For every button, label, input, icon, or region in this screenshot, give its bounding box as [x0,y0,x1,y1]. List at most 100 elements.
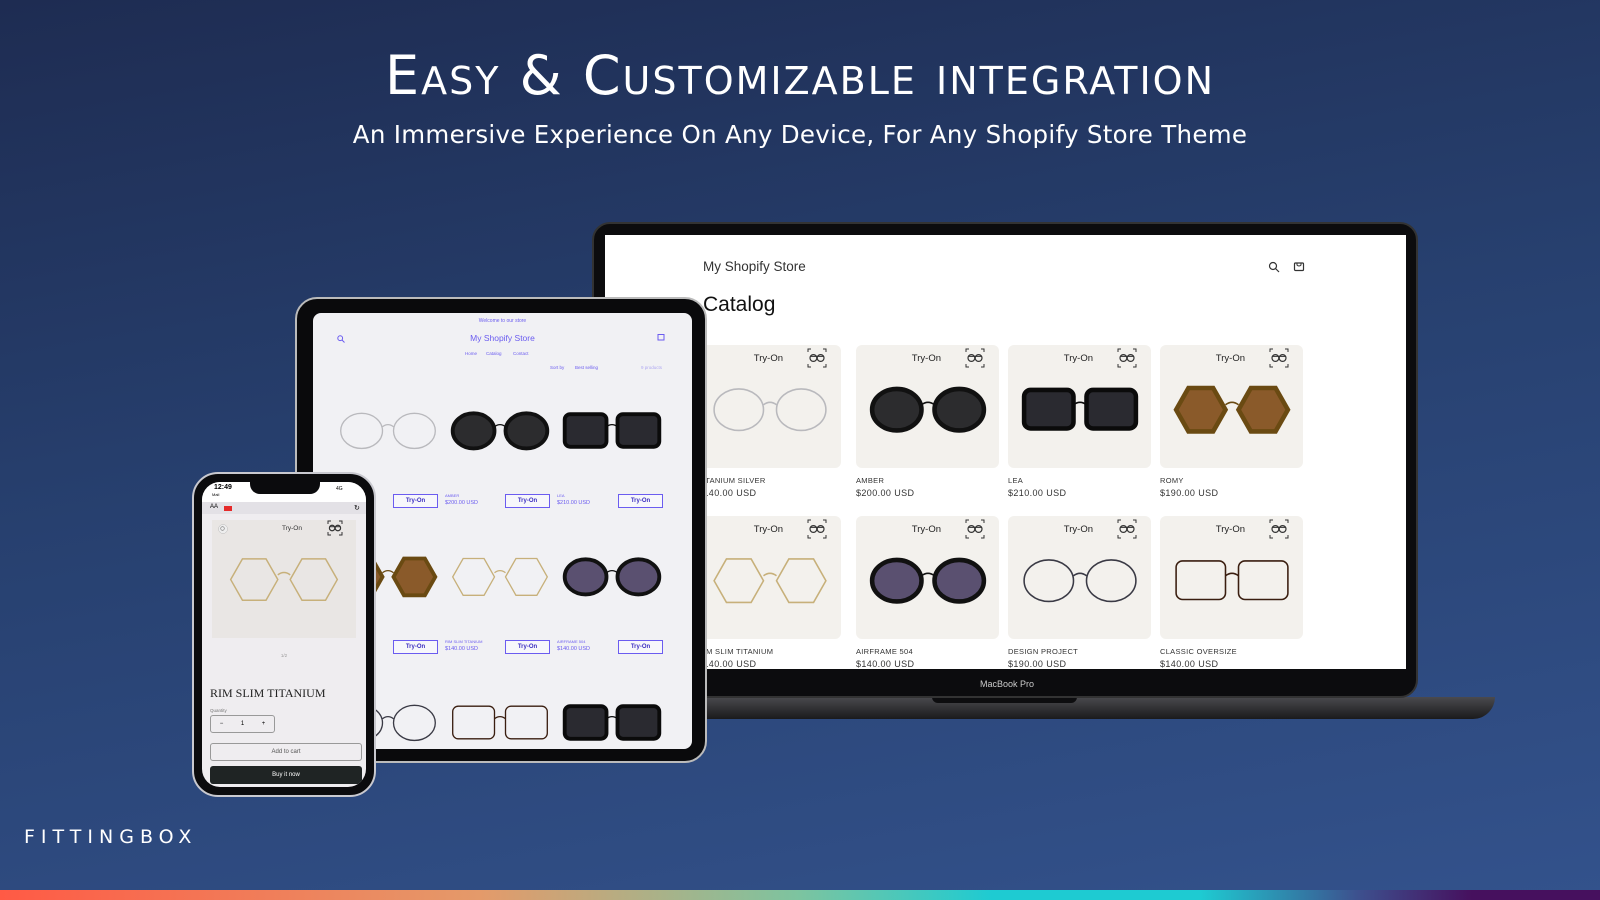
buy-now-button[interactable]: Buy it now [210,766,362,784]
product-name[interactable]: TITANIUM SILVER [698,476,766,485]
try-on-button[interactable]: Try-On [912,524,941,535]
product-name[interactable]: AMBER [856,476,884,485]
glasses-image [562,704,662,741]
decrement-button[interactable]: − [220,721,224,727]
glasses-image [450,411,550,451]
reload-icon[interactable]: ↻ [354,504,360,512]
status-carrier: Mail [212,492,220,497]
product-price: $200.00 USD [445,500,479,506]
product-card[interactable]: Try-On [1008,516,1151,639]
try-on-button[interactable]: Try-On [505,494,550,508]
product-price: $140.00 USD [856,659,915,669]
tablet-product-image[interactable] [445,556,555,603]
quantity-value[interactable]: 1 [241,721,244,727]
product-name[interactable]: LEA [557,493,565,498]
camera-icon [224,506,232,511]
tablet-product-image[interactable] [445,702,555,749]
product-name[interactable]: AIRFRAME 504 [557,639,585,644]
glasses-image [562,557,662,597]
try-on-button[interactable]: Try-On [1064,524,1093,535]
glasses-image [869,386,987,433]
try-on-button[interactable]: Try-On [618,640,663,654]
try-on-icon[interactable] [807,348,827,368]
try-on-button[interactable]: Try-On [1064,353,1093,364]
try-on-button[interactable]: Try-On [754,353,783,364]
device-label: MacBook Pro [979,679,1035,689]
try-on-icon[interactable] [1117,348,1137,368]
try-on-button[interactable]: Try-On [393,494,438,508]
nav-contact[interactable]: Contact [513,351,529,356]
sort-label: Sort by [550,365,565,370]
try-on-button[interactable]: Try-On [393,640,438,654]
add-to-cart-button[interactable]: Add to cart [210,743,362,761]
status-time: 12:49 [214,484,232,491]
sort-select[interactable]: Best selling [575,365,630,370]
product-card[interactable]: Try-On [1160,516,1303,639]
try-on-button[interactable]: Try-On [1216,353,1245,364]
quantity-stepper[interactable]: − 1 + [210,715,275,733]
glasses-image [340,412,436,450]
phone-screen: 12:49 Mail 4G AA ↻ Try-On 1/2 RIM SLIM T… [202,482,366,787]
product-price: $140.00 USD [445,646,479,652]
tablet-product-image[interactable] [557,702,667,749]
store-name[interactable]: My Shopify Store [703,259,806,274]
laptop: My Shopify Store Catalog Try-On TITANIUM… [592,222,1418,698]
tablet-product-image[interactable] [445,410,555,457]
product-card[interactable]: Try-On [698,345,841,468]
glasses-image [869,557,987,604]
search-icon[interactable] [1268,261,1280,273]
product-name[interactable]: ROMY [1160,476,1184,485]
try-on-icon[interactable] [1269,348,1289,368]
product-name[interactable]: RIM SLIM TITANIUM [698,647,773,656]
try-on-button[interactable]: Try-On [912,353,941,364]
product-card[interactable]: Try-On [1160,345,1303,468]
product-name[interactable]: LEA [1008,476,1023,485]
product-name[interactable]: RIM SLIM TITANIUM [445,639,482,644]
try-on-icon[interactable] [965,348,985,368]
product-card[interactable]: Try-On [856,345,999,468]
product-name[interactable]: AMBER [445,493,459,498]
try-on-button[interactable]: Try-On [618,494,663,508]
glasses-image [1023,559,1137,603]
zoom-icon[interactable] [218,524,228,534]
tablet-product-image[interactable] [333,410,443,457]
try-on-button[interactable]: Try-On [754,524,783,535]
laptop-screen: My Shopify Store Catalog Try-On TITANIUM… [605,235,1406,669]
tablet-product-image[interactable] [557,556,667,603]
product-name[interactable]: CLASSIC OVERSIZE [1160,647,1237,656]
try-on-label[interactable]: Try-On [282,525,302,532]
product-count: 9 products [641,365,663,370]
try-on-icon[interactable] [1269,519,1289,539]
product-title: RIM SLIM TITANIUM [210,686,326,700]
try-on-icon[interactable] [807,519,827,539]
store-name[interactable]: My Shopify Store [313,333,692,343]
image-pager[interactable]: 1/2 [202,653,366,658]
product-card[interactable]: Try-On [1008,345,1151,468]
product-name[interactable]: DESIGN PROJECT [1008,647,1078,656]
product-card[interactable]: Try-On [698,516,841,639]
product-price: $210.00 USD [1008,488,1067,498]
phone: 12:49 Mail 4G AA ↻ Try-On 1/2 RIM SLIM T… [192,472,376,797]
product-price: $190.00 USD [1008,659,1067,669]
text-size-button[interactable]: AA [210,504,218,510]
announcement-bar: Welcome to our store [478,318,527,324]
try-on-button[interactable]: Try-On [1216,524,1245,535]
nav-home[interactable]: Home [465,351,477,356]
headline-subtitle: An Immersive Experience On Any Device, F… [352,120,1248,149]
try-on-icon[interactable] [965,519,985,539]
try-on-icon[interactable] [1117,519,1137,539]
tablet-product-image[interactable] [557,410,667,457]
nav-catalog[interactable]: Catalog [486,351,502,356]
cart-icon[interactable] [1293,260,1305,272]
try-on-button[interactable]: Try-On [505,640,550,654]
cart-icon[interactable] [657,333,665,341]
page-title: Catalog [703,293,776,316]
product-card[interactable]: Try-On [856,516,999,639]
product-price: $200.00 USD [856,488,915,498]
increment-button[interactable]: + [262,721,266,727]
product-name[interactable]: AIRFRAME 504 [856,647,913,656]
product-price: $140.00 USD [1160,659,1219,669]
glasses-image [713,558,827,604]
glasses-image [452,705,548,740]
try-on-icon[interactable] [327,520,345,536]
